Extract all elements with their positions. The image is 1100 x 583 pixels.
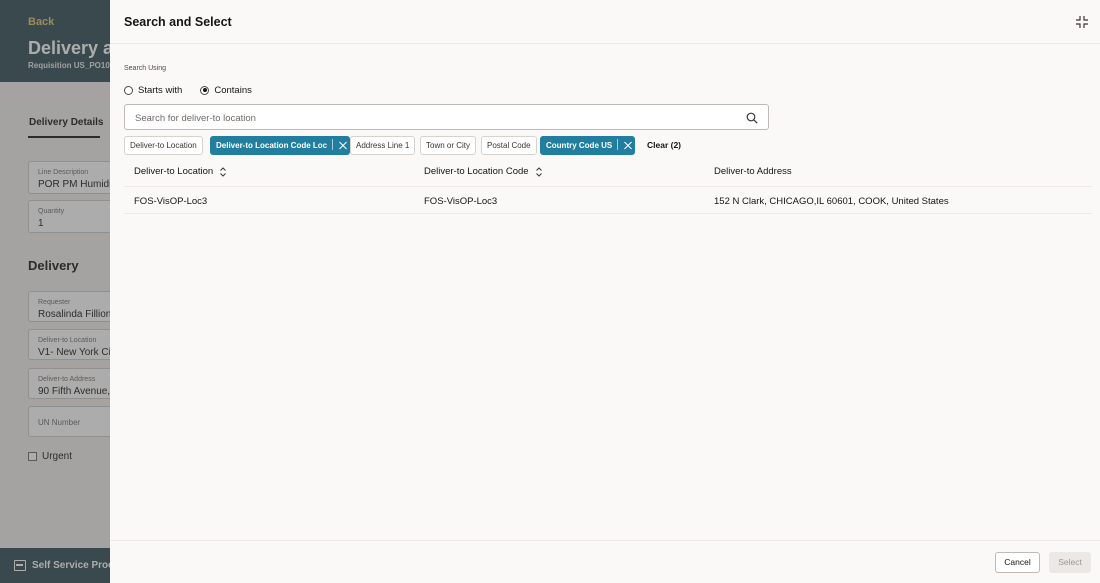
table-row[interactable]: FOS-VisOP-Loc3 FOS-VisOP-Loc3 152 N Clar… (124, 187, 1092, 214)
filter-chip-postal-code[interactable]: Postal Code (481, 136, 537, 155)
cancel-button[interactable]: Cancel (995, 552, 1040, 573)
radio-starts-with[interactable]: Starts with (124, 85, 182, 96)
column-label: Deliver-to Address (714, 166, 792, 177)
search-mode-radio-group: Starts with Contains (124, 83, 270, 97)
chip-divider (617, 139, 619, 150)
radio-label: Starts with (138, 84, 183, 96)
table-header: Deliver-to Location Deliver-to Location … (124, 158, 1092, 187)
radio-button[interactable] (200, 85, 210, 95)
chip-label: Deliver-to Location Code Loc (216, 141, 328, 150)
chip-divider (332, 139, 334, 150)
filter-chip-deliver-to-location[interactable]: Deliver-to Location (124, 136, 203, 155)
chip-label: Postal Code (487, 141, 531, 150)
clear-filters-button[interactable]: Clear (2) (647, 136, 681, 155)
column-label: Deliver-to Location Code (424, 166, 529, 177)
search-select-drawer: Search and Select Search Using Starts wi… (110, 0, 1100, 583)
radio-button[interactable] (124, 85, 133, 95)
filter-chip-location-code[interactable]: Deliver-to Location Code Loc (210, 136, 351, 155)
search-placeholder: Search for deliver-to location (135, 113, 256, 124)
cell-location: FOS-VisOP-Loc3 (134, 196, 208, 207)
select-button[interactable]: Select (1049, 552, 1091, 573)
results-table: Deliver-to Location Deliver-to Location … (124, 158, 1092, 214)
radio-label: Contains (214, 84, 252, 96)
radio-contains[interactable]: Contains (200, 85, 252, 96)
column-header-address: Deliver-to Address (714, 166, 792, 177)
column-header-location-code[interactable]: Deliver-to Location Code (424, 166, 543, 177)
cell-address: 152 N Clark, CHICAGO,IL 60601, COOK, Uni… (714, 196, 949, 207)
chip-label: Town or City (426, 141, 471, 150)
sort-icon[interactable] (219, 166, 227, 177)
filter-chip-country-code[interactable]: Country Code US (540, 136, 636, 155)
remove-filter-icon[interactable] (622, 137, 634, 154)
column-header-location[interactable]: Deliver-to Location (134, 166, 227, 177)
drawer-footer: Cancel Select (110, 540, 1100, 583)
search-using-label: Search Using (124, 65, 167, 72)
chip-label: Country Code US (546, 141, 613, 150)
chip-label: Deliver-to Location (130, 141, 197, 150)
search-input[interactable]: Search for deliver-to location (124, 104, 769, 130)
collapse-icon[interactable] (1075, 15, 1089, 29)
filter-chip-address-line-1[interactable]: Address Line 1 (350, 136, 416, 155)
drawer-header: Search and Select (110, 0, 1100, 44)
sort-icon[interactable] (535, 166, 543, 177)
chip-label: Address Line 1 (356, 141, 410, 150)
filter-chip-town-or-city[interactable]: Town or City (420, 136, 477, 155)
drawer-title: Search and Select (124, 15, 232, 29)
remove-filter-icon[interactable] (337, 137, 349, 154)
cell-location-code: FOS-VisOP-Loc3 (424, 196, 498, 207)
column-label: Deliver-to Location (134, 166, 214, 177)
search-icon[interactable] (746, 112, 758, 124)
